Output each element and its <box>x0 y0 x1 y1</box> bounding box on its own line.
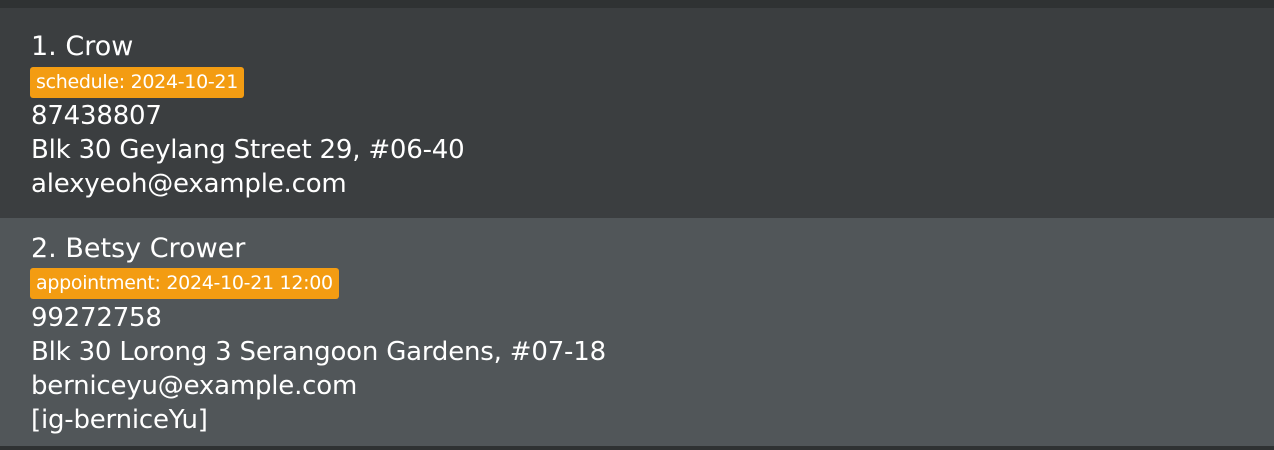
list-bottom-edge <box>0 446 1274 450</box>
address-text: Blk 30 Geylang Street 29, #06-40 <box>31 135 465 165</box>
phone-text: 99272758 <box>31 303 162 333</box>
person-card[interactable]: 1. Crow schedule: 2024-10-21 87438807 Bl… <box>0 8 1274 218</box>
social-handle-text: [ig-berniceYu] <box>31 405 208 435</box>
person-name: 1. Crow <box>31 30 133 64</box>
phone-text: 87438807 <box>31 101 162 131</box>
person-name: 2. Betsy Crower <box>31 232 245 266</box>
address-text: Blk 30 Lorong 3 Serangoon Gardens, #07-1… <box>31 337 606 367</box>
person-name-text: Crow <box>65 31 134 62</box>
email-text: alexyeoh@example.com <box>31 169 347 199</box>
email-text: berniceyu@example.com <box>31 371 358 401</box>
person-name-text: Betsy Crower <box>65 233 246 264</box>
person-index: 1. <box>31 31 57 62</box>
tag-badge: appointment: 2024-10-21 12:00 <box>30 268 339 299</box>
person-card[interactable]: 2. Betsy Crower appointment: 2024-10-21 … <box>0 218 1274 446</box>
person-index: 2. <box>31 233 57 264</box>
person-list[interactable]: 1. Crow schedule: 2024-10-21 87438807 Bl… <box>0 8 1274 446</box>
tag-badge: schedule: 2024-10-21 <box>30 67 245 98</box>
